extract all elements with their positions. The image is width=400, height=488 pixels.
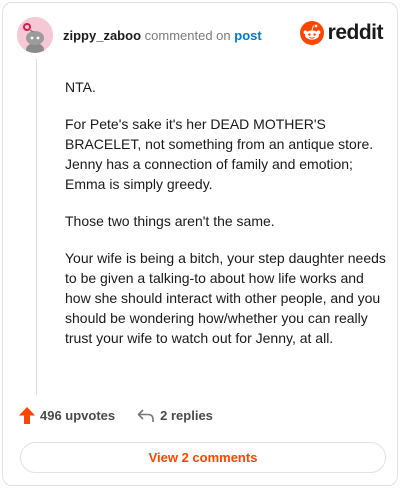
action-text: commented on	[144, 27, 231, 43]
thread-line[interactable]	[36, 59, 37, 395]
username-link[interactable]: zippy_zaboo	[63, 28, 141, 43]
reddit-alien-icon	[299, 21, 324, 45]
comment-body: NTA. For Pete's sake it's her DEAD MOTHE…	[65, 77, 387, 365]
upvote-button[interactable]: 496 upvotes	[19, 407, 115, 424]
comment-paragraph: NTA.	[65, 79, 96, 95]
comment-paragraph: Your wife is being a bitch, your step da…	[65, 250, 386, 346]
comment-card: zippy_zaboo commented on post reddit NTA…	[2, 2, 398, 486]
upvote-count: 496 upvotes	[40, 408, 116, 423]
comment-header: zippy_zaboo commented on post	[17, 17, 262, 53]
snoo-avatar-icon	[17, 17, 53, 53]
comment-actions: 496 upvotes 2 replies	[19, 407, 213, 424]
replies-count: 2 replies	[160, 408, 213, 423]
reply-arrow-icon	[137, 408, 154, 422]
header-text: zippy_zaboo commented on post	[63, 28, 262, 43]
brand-name: reddit	[327, 21, 384, 44]
post-link[interactable]: post	[234, 28, 261, 43]
comment-paragraph: Those two things aren't the same.	[65, 213, 275, 229]
replies-button[interactable]: 2 replies	[137, 408, 213, 424]
upvote-arrow-icon	[19, 407, 35, 424]
user-avatar[interactable]	[17, 17, 53, 53]
reddit-logo[interactable]: reddit	[299, 21, 384, 45]
comment-paragraph: For Pete's sake it's her DEAD MOTHER'S B…	[65, 116, 374, 192]
view-comments-button[interactable]: View 2 comments	[20, 442, 386, 473]
